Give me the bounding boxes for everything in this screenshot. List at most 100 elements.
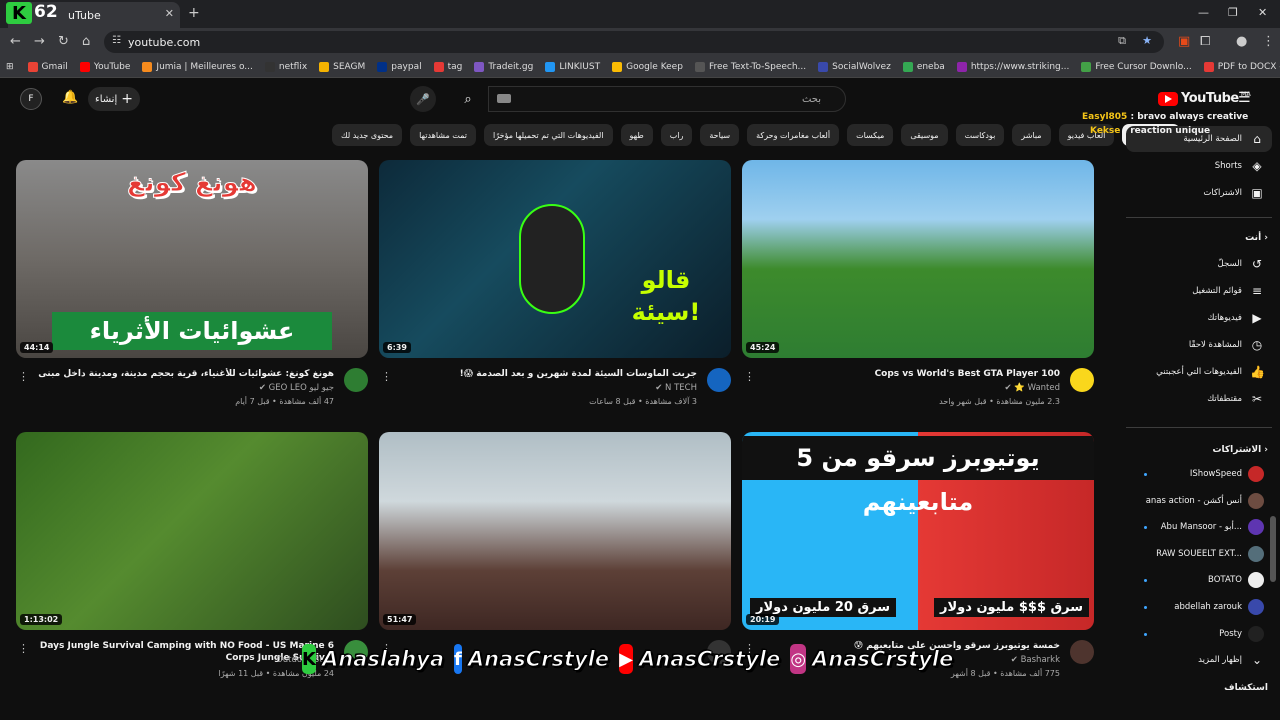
bookmark-item[interactable]: PDF to DOCX – Con... xyxy=(1203,61,1280,72)
video-card[interactable]: 45:24 100 Cops vs World's Best GTA Player… xyxy=(742,160,1094,406)
category-chip[interactable]: تمت مشاهدتها xyxy=(410,124,476,146)
video-thumbnail[interactable]: قالو سيئة! 6:39 xyxy=(379,160,731,358)
bookmark-item[interactable]: paypal xyxy=(377,61,422,72)
channel-avatar[interactable] xyxy=(344,368,368,392)
back-button[interactable]: ← xyxy=(10,34,21,49)
notifications-bell-icon[interactable]: 🔔 xyxy=(62,90,78,105)
video-thumbnail[interactable]: 45:24 xyxy=(742,160,1094,358)
youtube-logo[interactable]: YouTube MA xyxy=(1158,91,1251,106)
install-app-icon[interactable]: ⧉ xyxy=(1118,34,1126,48)
reload-button[interactable]: ↻ xyxy=(58,34,69,49)
video-title[interactable]: هونغ كونغ: عشوائيات للأغنياء، قرية بحجم … xyxy=(34,368,334,380)
category-chip[interactable]: مباشر xyxy=(1012,124,1051,146)
create-button[interactable]: إنشاء + xyxy=(88,87,140,111)
video-title[interactable]: 100 Cops vs World's Best GTA Player xyxy=(760,368,1060,380)
maximize-button[interactable]: ❐ xyxy=(1228,6,1238,19)
account-avatar[interactable]: F xyxy=(20,88,42,110)
channel-name[interactable]: N TECH ✔ xyxy=(655,383,697,393)
sidebar-item[interactable]: الاشتراكات ▣ xyxy=(1126,180,1272,206)
bookmark-item[interactable]: netflix xyxy=(264,61,307,72)
more-options-icon[interactable]: ⋮ xyxy=(744,370,755,383)
more-options-icon[interactable]: ⋮ xyxy=(18,642,29,655)
sidebar-you-heading[interactable]: أنت › xyxy=(1245,233,1268,243)
bookmark-item[interactable]: tag xyxy=(433,61,462,72)
sidebar-item[interactable]: المشاهدة لاحقًا ◷ xyxy=(1126,332,1272,358)
bookmark-item[interactable]: YouTube xyxy=(79,61,130,72)
keyboard-icon[interactable] xyxy=(497,94,511,103)
close-tab-icon[interactable]: ✕ xyxy=(165,7,174,20)
new-tab-button[interactable]: + xyxy=(188,5,200,21)
video-card[interactable]: 51:47 ⋮ xyxy=(379,432,731,664)
category-chip[interactable]: طهو xyxy=(620,124,653,146)
channel-avatar[interactable] xyxy=(1070,640,1094,664)
more-options-icon[interactable]: ⋮ xyxy=(18,370,29,383)
more-options-icon[interactable]: ⋮ xyxy=(381,370,392,383)
channel-avatar[interactable] xyxy=(707,368,731,392)
sidebar-subscription-item[interactable]: Abu Mansoor - أبو... xyxy=(1126,514,1272,540)
category-chip[interactable]: الفيديوهات التي تم تحميلها مؤخرًا xyxy=(483,124,613,146)
minimize-button[interactable]: — xyxy=(1198,6,1209,19)
bookmark-item[interactable]: Gmail xyxy=(27,61,68,72)
video-card[interactable]: 1:13:02 6 Days Jungle Survival Camping wi… xyxy=(16,432,368,678)
close-window-button[interactable]: ✕ xyxy=(1258,6,1267,19)
guide-menu-icon[interactable]: ☰ xyxy=(1238,90,1251,106)
browser-menu-icon[interactable]: ⋮ xyxy=(1262,34,1275,49)
bookmark-item[interactable]: Tradeit.gg xyxy=(474,61,533,72)
video-card[interactable]: قالو سيئة! 6:39 جربت الماوسات السيئة لمدة … xyxy=(379,160,731,406)
extension-icon[interactable]: ▣ xyxy=(1178,34,1190,49)
sidebar-item[interactable]: قوائم التشغيل ≡ xyxy=(1126,278,1272,304)
sidebar-subscription-item[interactable]: Posty xyxy=(1126,621,1272,647)
sidebar-subscription-item[interactable]: IShowSpeed xyxy=(1126,461,1272,487)
video-thumbnail[interactable]: 5 يوتيوبرز سرقو من متابعينهم سرق 20 مليون… xyxy=(742,432,1094,630)
category-chip[interactable]: راب xyxy=(660,124,693,146)
channel-avatar[interactable] xyxy=(1070,368,1094,392)
sidebar-item[interactable]: فيديوهاتك ▶ xyxy=(1126,305,1272,331)
show-more-button[interactable]: إظهار المزيد ⌄ xyxy=(1126,647,1272,673)
bookmark-item[interactable]: LINKIUST xyxy=(545,61,600,72)
video-thumbnail[interactable]: 51:47 xyxy=(379,432,731,630)
sidebar-item[interactable]: Shorts ◈ xyxy=(1126,153,1272,179)
sidebar-subscription-item[interactable]: abdellah zarouk xyxy=(1126,594,1272,620)
category-chip[interactable]: موسيقى xyxy=(901,124,948,146)
video-card[interactable]: 5 يوتيوبرز سرقو من متابعينهم سرق 20 مليون… xyxy=(742,432,1094,678)
sidebar-item[interactable]: الفيديوهات التي أعجبتني 👍 xyxy=(1126,359,1272,385)
channel-name[interactable]: جيو ليو GEO LEO ✔ xyxy=(259,383,334,393)
video-title[interactable]: جربت الماوسات السيئة لمدة شهرين و بعد ال… xyxy=(397,368,697,380)
sidebar-subscriptions-heading[interactable]: الاشتراكات › xyxy=(1213,445,1269,455)
voice-search-mic-icon[interactable]: 🎤 xyxy=(410,86,436,112)
video-thumbnail[interactable]: 1:13:02 xyxy=(16,432,368,630)
extensions-puzzle-icon[interactable]: ⧠ xyxy=(1200,34,1210,49)
category-chip[interactable]: ميكسات xyxy=(847,124,894,146)
category-chip[interactable]: محتوى جديد لك xyxy=(332,124,403,146)
sidebar-subscription-item[interactable]: RAW SOUEELT EXT... xyxy=(1126,541,1272,567)
video-thumbnail[interactable]: هونغ كونغ عشوائيات الأثرياء 44:14 xyxy=(16,160,368,358)
bookmark-item[interactable]: SocialWolvez xyxy=(818,61,891,72)
search-input[interactable]: بحث xyxy=(488,86,846,112)
bookmark-item[interactable]: Jumia | Meilleures o... xyxy=(142,61,253,72)
profile-icon[interactable]: ● xyxy=(1236,34,1247,49)
forward-button[interactable]: → xyxy=(34,34,45,49)
channel-name[interactable]: Wanted ⭐ ✔ xyxy=(1004,383,1060,393)
bookmark-item[interactable]: eneba xyxy=(902,61,945,72)
sidebar-subscription-item[interactable]: anas action - أنس أكشن xyxy=(1126,488,1272,514)
video-card[interactable]: هونغ كونغ عشوائيات الأثرياء 44:14 هونغ كونغ… xyxy=(16,160,368,406)
sidebar-item[interactable]: السجلّ ↺ xyxy=(1126,251,1272,277)
bookmark-item[interactable]: Free Text-To-Speech... xyxy=(694,61,806,72)
apps-grid-icon[interactable]: ⊞ xyxy=(6,62,14,72)
bookmark-star-icon[interactable]: ★ xyxy=(1142,34,1152,47)
site-info-icon[interactable]: ☷ xyxy=(112,35,121,46)
search-button[interactable]: ⌕ xyxy=(448,86,488,112)
bookmark-item[interactable]: https://www.striking... xyxy=(956,61,1069,72)
home-button[interactable]: ⌂ xyxy=(82,34,90,49)
channel-name[interactable]: Basharkk ✔ xyxy=(1011,655,1060,665)
category-chip[interactable]: سياحة xyxy=(700,124,740,146)
bookmark-item[interactable]: Free Cursor Downlo... xyxy=(1081,61,1192,72)
url-bar[interactable]: ☷ youtube.com ⧉ ★ xyxy=(104,31,1164,53)
sidebar-subscription-item[interactable]: BOTATO xyxy=(1126,567,1272,593)
sidebar-item[interactable]: مقتطفاتك ✂ xyxy=(1126,386,1272,412)
bookmark-item[interactable]: SEAGM xyxy=(319,61,365,72)
bookmark-item[interactable]: Google Keep xyxy=(612,61,683,72)
scrollbar[interactable] xyxy=(1270,516,1276,582)
category-chip[interactable]: ألعاب مغامرات وحركة xyxy=(747,124,840,146)
category-chip[interactable]: بودكاست xyxy=(955,124,1005,146)
